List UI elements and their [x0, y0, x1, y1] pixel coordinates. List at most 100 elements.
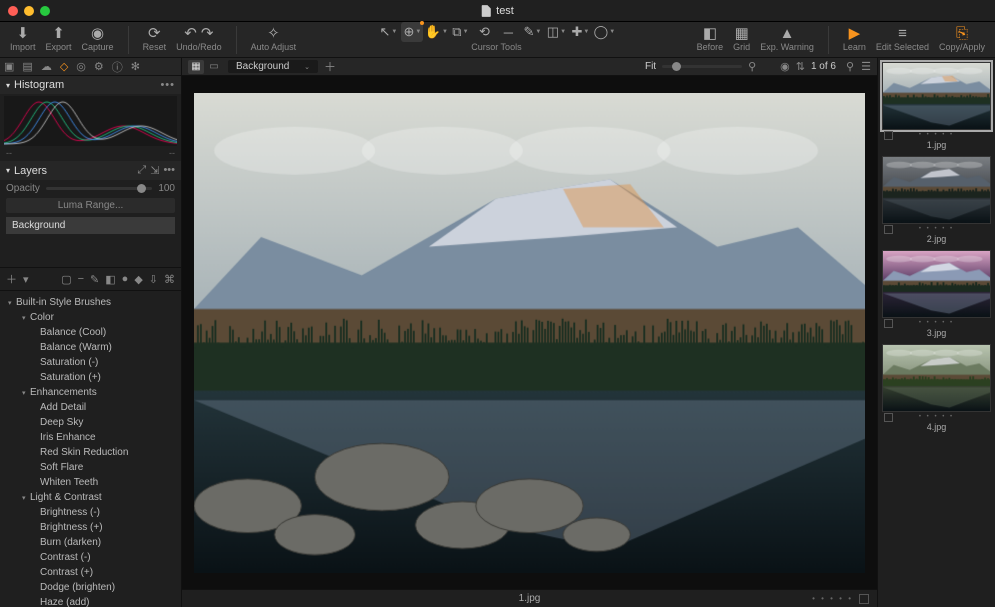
- erase-tool[interactable]: ◫▼: [545, 22, 567, 42]
- visibility-icon[interactable]: ◉: [780, 60, 790, 73]
- opacity-slider[interactable]: [46, 187, 152, 190]
- meta-icon[interactable]: ◇: [60, 60, 68, 73]
- link-icon[interactable]: ⌘: [164, 273, 175, 286]
- select-checkbox[interactable]: [859, 594, 869, 604]
- lasso-tool[interactable]: ◯▼: [593, 22, 615, 42]
- gear-icon[interactable]: ✻: [131, 60, 140, 73]
- search-icon[interactable]: ⚲: [846, 61, 854, 73]
- crop-tool[interactable]: ⧉▼: [449, 22, 471, 42]
- thumb-checkbox[interactable]: [884, 131, 893, 140]
- more-icon[interactable]: •••: [163, 164, 175, 177]
- arrow-tool[interactable]: ↖▼: [377, 22, 399, 42]
- minimize-window-icon[interactable]: [24, 6, 34, 16]
- brush-item[interactable]: Soft Flare: [0, 460, 181, 475]
- expand-icon[interactable]: ⤢: [137, 164, 146, 177]
- shape-icon[interactable]: ◆: [134, 273, 142, 286]
- brush-item[interactable]: Brightness (-): [0, 505, 181, 520]
- thumbnail[interactable]: • • • • •2.jpg: [882, 156, 991, 244]
- view-single-icon[interactable]: ▭: [206, 60, 222, 74]
- image-icon[interactable]: ▤: [22, 60, 32, 73]
- grid-button[interactable]: ▦Grid: [729, 22, 754, 58]
- auto-adjust-button[interactable]: ✧Auto Adjust: [247, 22, 301, 58]
- zoom-fit-label[interactable]: Fit: [645, 61, 656, 72]
- layer-options-button[interactable]: ▾: [23, 273, 29, 286]
- brush-item[interactable]: Whiten Teeth: [0, 475, 181, 490]
- add-breadcrumb-button[interactable]: ＋: [324, 58, 336, 75]
- brush-item[interactable]: Saturation (+): [0, 370, 181, 385]
- thumbnail[interactable]: • • • • •1.jpg: [882, 62, 991, 150]
- rotate-tool[interactable]: ⟲: [473, 22, 495, 42]
- picker-tool[interactable]: ⊕▼: [401, 22, 423, 42]
- add-layer-button[interactable]: ＋: [6, 271, 17, 287]
- layers-header[interactable]: ▾ Layers ⤢ ⇲ •••: [0, 161, 181, 180]
- heal-tool[interactable]: ✚▼: [569, 22, 591, 42]
- brush-group[interactable]: ▾Light & Contrast: [0, 490, 181, 505]
- brush-item[interactable]: Contrast (-): [0, 550, 181, 565]
- info-icon[interactable]: ⓘ: [112, 59, 123, 75]
- brush-item[interactable]: Deep Sky: [0, 415, 181, 430]
- brush-item[interactable]: Balance (Cool): [0, 325, 181, 340]
- brush-item[interactable]: Balance (Warm): [0, 340, 181, 355]
- brush-item[interactable]: Burn (darken): [0, 535, 181, 550]
- copy-apply-button[interactable]: ⎘Copy/Apply: [935, 22, 989, 58]
- target-icon[interactable]: ◎: [76, 60, 86, 73]
- brush-tool[interactable]: ✎▼: [521, 22, 543, 42]
- reset-button[interactable]: ⟳Reset: [139, 22, 171, 58]
- before-button[interactable]: ◧Before: [693, 22, 728, 58]
- learn-button[interactable]: ▶Learn: [839, 22, 870, 58]
- canvas-area[interactable]: [182, 76, 877, 589]
- sort-icon[interactable]: ⇅: [796, 60, 805, 73]
- hand-tool[interactable]: ✋▼: [425, 22, 447, 42]
- brush-item[interactable]: Add Detail: [0, 400, 181, 415]
- opacity-value: 100: [158, 183, 175, 194]
- brush-item[interactable]: Haze (add): [0, 595, 181, 607]
- thumb-checkbox[interactable]: [884, 413, 893, 422]
- adjust-icon[interactable]: ⚙: [94, 60, 104, 73]
- zoom-search-icon[interactable]: ⚲: [748, 60, 756, 73]
- zoom-slider[interactable]: [662, 65, 742, 68]
- exposure-warning-button[interactable]: ▲Exp. Warning: [756, 22, 818, 58]
- brush-item[interactable]: Dodge (brighten): [0, 580, 181, 595]
- view-grid-icon[interactable]: ▦: [188, 60, 204, 74]
- thumbnail[interactable]: • • • • •4.jpg: [882, 344, 991, 432]
- close-window-icon[interactable]: [8, 6, 18, 16]
- mask-minus-icon[interactable]: −: [78, 273, 84, 285]
- folder-icon[interactable]: ▣: [4, 60, 14, 73]
- brush-item[interactable]: Brightness (+): [0, 520, 181, 535]
- layer-item-background[interactable]: Background: [6, 217, 175, 234]
- thumb-checkbox[interactable]: [884, 225, 893, 234]
- rating-dots[interactable]: • • • • •: [812, 594, 853, 603]
- edit-selected-button[interactable]: ≡Edit Selected: [872, 22, 933, 58]
- thumb-rating[interactable]: • • • • •: [919, 132, 954, 138]
- thumbnail[interactable]: • • • • •3.jpg: [882, 250, 991, 338]
- brush-root[interactable]: ▾Built-in Style Brushes: [0, 295, 181, 310]
- gradient-icon[interactable]: ◧: [105, 273, 115, 286]
- brush-item[interactable]: Saturation (-): [0, 355, 181, 370]
- horizon-tool[interactable]: ─: [497, 22, 519, 42]
- person-icon[interactable]: ⇩: [149, 273, 158, 286]
- capture-button[interactable]: ◉Capture: [78, 22, 118, 58]
- brush-item[interactable]: Red Skin Reduction: [0, 445, 181, 460]
- collapse-icon[interactable]: ⇲: [150, 164, 159, 177]
- circle-icon[interactable]: ●: [122, 273, 129, 285]
- cloud-icon[interactable]: ☁: [41, 60, 52, 73]
- import-button[interactable]: ⬇Import: [6, 22, 40, 58]
- brush-group[interactable]: ▾Enhancements: [0, 385, 181, 400]
- thumb-rating[interactable]: • • • • •: [919, 414, 954, 420]
- zoom-window-icon[interactable]: [40, 6, 50, 16]
- brush-icon[interactable]: ✎: [90, 273, 99, 286]
- filter-icon[interactable]: ☰: [861, 61, 871, 73]
- export-button[interactable]: ⬆Export: [42, 22, 76, 58]
- undo-redo-button[interactable]: ↶ ↷Undo/Redo: [172, 22, 226, 58]
- more-icon[interactable]: •••: [160, 79, 175, 91]
- thumb-checkbox[interactable]: [884, 319, 893, 328]
- mask-square-icon[interactable]: ▢: [61, 273, 71, 286]
- breadcrumb-dropdown[interactable]: Background⌄: [228, 60, 318, 73]
- histogram-header[interactable]: ▾ Histogram •••: [0, 76, 181, 94]
- brush-item[interactable]: Iris Enhance: [0, 430, 181, 445]
- thumb-rating[interactable]: • • • • •: [919, 320, 954, 326]
- luma-range-button[interactable]: Luma Range...: [6, 198, 175, 213]
- thumb-rating[interactable]: • • • • •: [919, 226, 954, 232]
- brush-item[interactable]: Contrast (+): [0, 565, 181, 580]
- brush-group[interactable]: ▾Color: [0, 310, 181, 325]
